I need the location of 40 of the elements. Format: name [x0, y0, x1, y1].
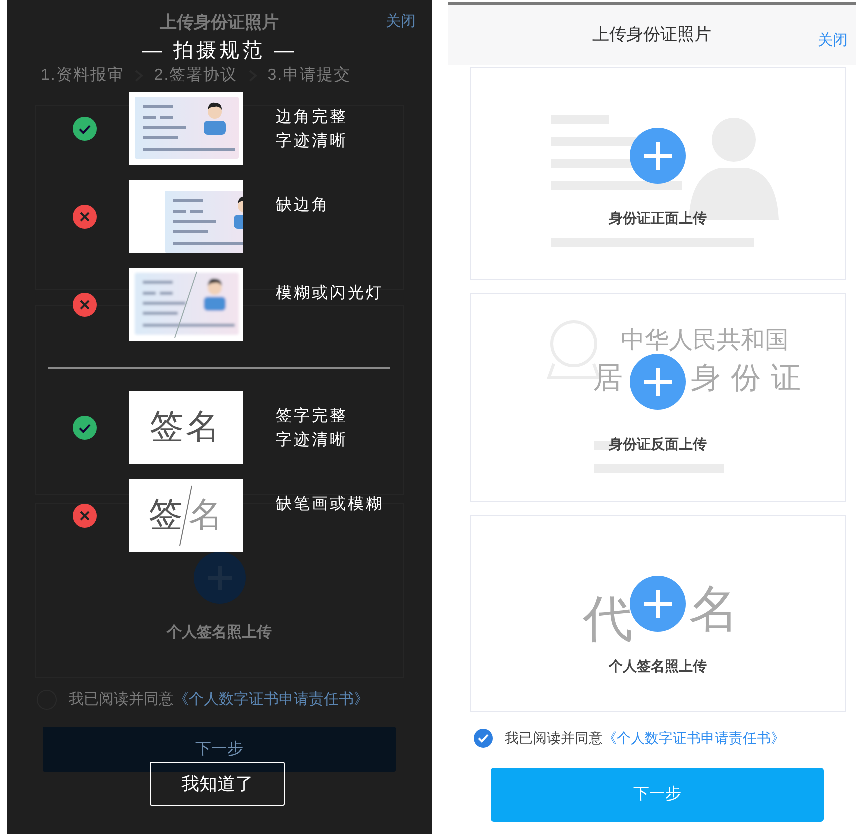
- agreement-text: 我已阅读并同意: [505, 728, 603, 748]
- guide-caption: 缺边角: [276, 196, 330, 216]
- check-icon: [478, 734, 489, 742]
- card-art-text: 身份证: [691, 361, 811, 396]
- step-label: 1.资料报审: [41, 66, 124, 86]
- guide-caption: 字迹清晰: [276, 132, 348, 152]
- guide-title: — 拍摄规范 —: [142, 39, 298, 64]
- guide-caption: 字迹清晰: [276, 431, 348, 451]
- close-button[interactable]: 关闭: [818, 30, 848, 52]
- step-label: 3.申请提交: [268, 66, 352, 86]
- next-button[interactable]: 下一步: [491, 768, 824, 822]
- plus-icon: [194, 552, 246, 604]
- card-art-text: 中华人民共和国: [621, 326, 789, 354]
- agreement-link[interactable]: 《个人数字证书申请责任书》: [603, 728, 785, 748]
- upload-label: 身份证反面上传: [609, 435, 707, 454]
- page-title: 上传身份证照片: [160, 12, 279, 34]
- card-art-text: 代: [583, 590, 633, 648]
- guide-caption: 签字完整: [276, 407, 348, 427]
- plus-icon: [630, 576, 686, 632]
- guide-caption: 模糊或闪光灯: [276, 284, 384, 304]
- agree-checkbox[interactable]: [474, 728, 493, 748]
- guide-caption: 边角完整: [276, 108, 348, 128]
- upload-card[interactable]: 中华人民共和国 居 身份证 身份证反面上传: [470, 293, 846, 502]
- close-button[interactable]: 关闭: [386, 11, 416, 34]
- step-label: 2.签署协议: [154, 66, 238, 86]
- sample-text: 签名: [150, 407, 222, 448]
- plus-icon: [630, 128, 686, 184]
- card-art-text: 名: [689, 580, 739, 638]
- agreement-link[interactable]: 《个人数字证书申请责任书》: [174, 688, 369, 712]
- upload-card[interactable]: 代 名 个人签名照上传: [470, 515, 846, 712]
- upload-card[interactable]: 身份证正面上传: [470, 67, 846, 280]
- confirm-button[interactable]: 我知道了: [150, 762, 285, 806]
- plus-icon: [630, 354, 686, 410]
- upload-label: 个人签名照上传: [167, 623, 272, 643]
- upload-label: 个人签名照上传: [609, 657, 707, 676]
- upload-label: 身份证正面上传: [609, 209, 707, 228]
- agreement-text: 我已阅读并同意: [69, 690, 174, 710]
- card-art-text: 居: [593, 361, 623, 396]
- next-button[interactable]: 下一步: [43, 727, 396, 772]
- page-title: 上传身份证照片: [592, 24, 712, 46]
